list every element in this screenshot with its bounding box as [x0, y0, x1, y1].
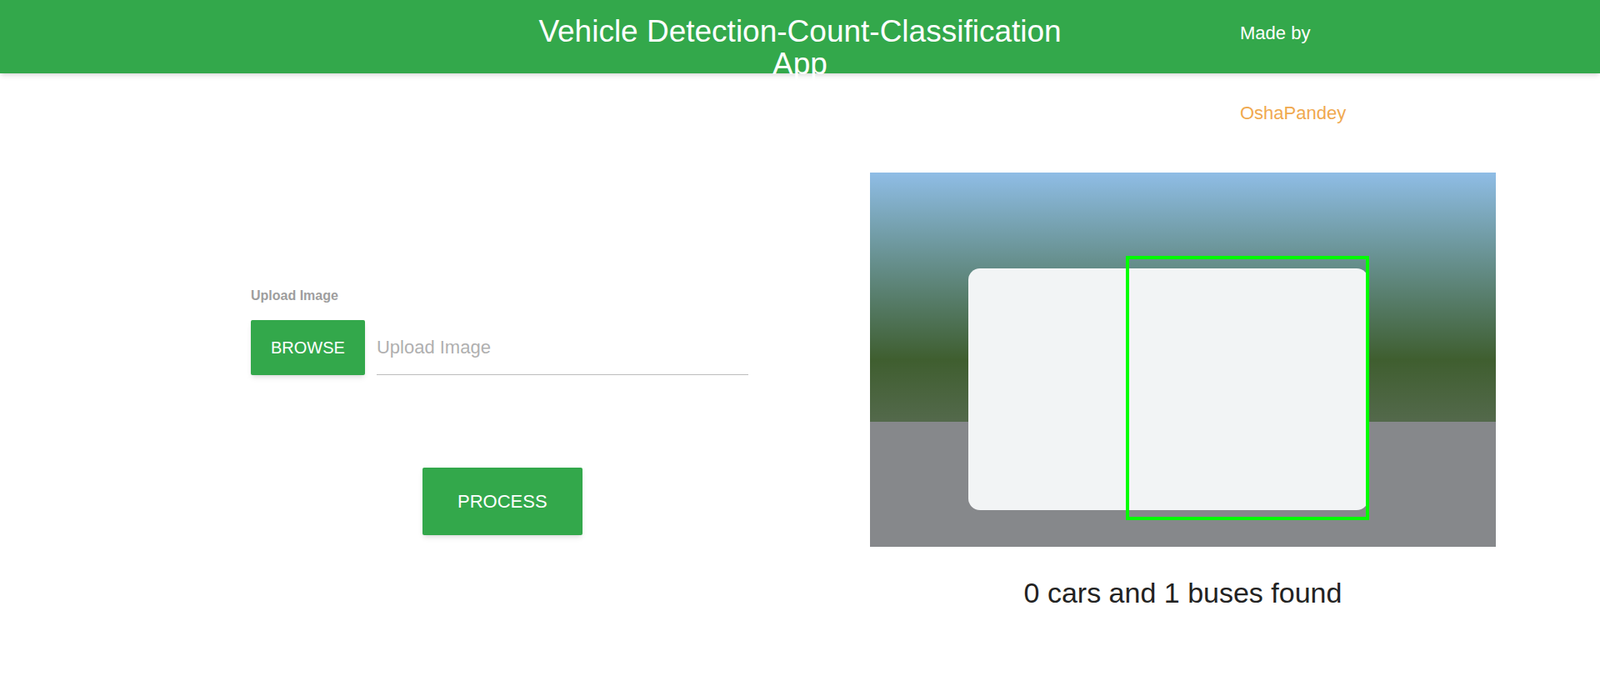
app-header: Vehicle Detection-Count-Classification A…: [0, 0, 1600, 74]
result-image: [870, 172, 1496, 547]
author-link[interactable]: OshaPandey: [1240, 102, 1346, 125]
browse-button[interactable]: BROWSE: [250, 320, 365, 375]
app-title: Vehicle Detection-Count-Classification A…: [533, 0, 1067, 80]
upload-label: Upload Image: [250, 288, 339, 304]
result-panel: 0 cars and 1 buses found: [870, 172, 1496, 610]
upload-input[interactable]: [376, 320, 749, 375]
result-caption: 0 cars and 1 buses found: [870, 575, 1496, 610]
credit-label: Made by: [1240, 0, 1346, 45]
process-button[interactable]: PROCESS: [422, 467, 583, 535]
detection-box: [1125, 255, 1370, 520]
upload-panel: Upload Image BROWSE PROCESS: [0, 172, 870, 610]
upload-row: BROWSE: [250, 320, 749, 375]
credit: Made by OshaPandey: [1240, 0, 1346, 125]
bus-shape: [968, 268, 1369, 510]
main-content: Upload Image BROWSE PROCESS 0 cars and 1…: [0, 73, 1600, 610]
